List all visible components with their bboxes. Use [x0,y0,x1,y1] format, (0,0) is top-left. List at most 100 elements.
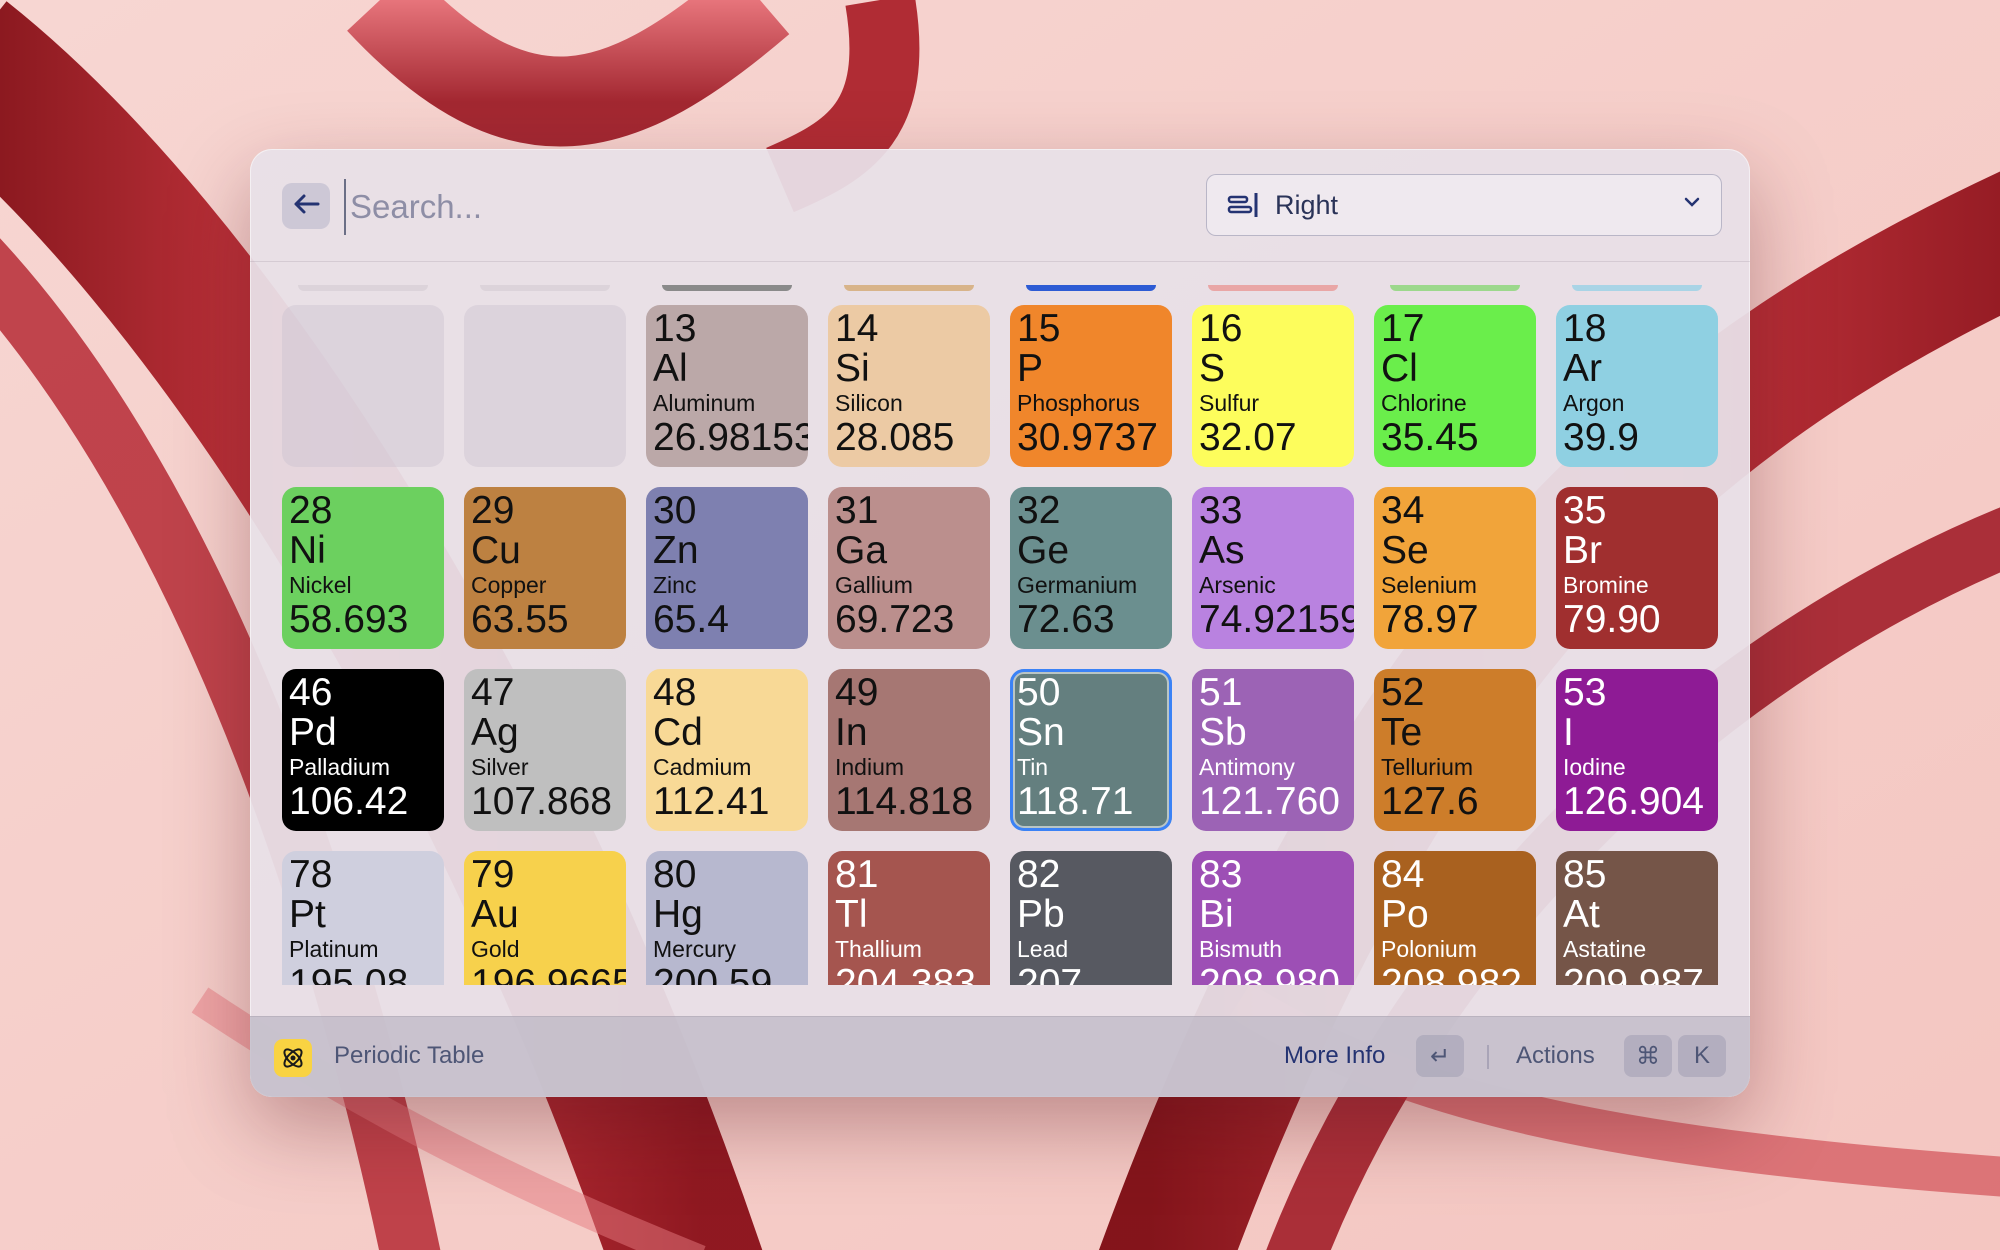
element-number: 79 [471,853,515,896]
element-name: Silver [471,754,529,780]
element-mass: 26.98153 [653,416,808,459]
element-tile-pd[interactable]: 46 Pd Palladium 106.42 [282,669,444,831]
element-mass: 72.63 [1017,598,1115,641]
element-mass: 74.92159 [1199,598,1354,641]
element-name: Platinum [289,936,379,962]
actions-button[interactable]: Actions [1516,1042,1595,1070]
element-name: Selenium [1381,572,1477,598]
element-number: 46 [289,671,333,714]
element-number: 48 [653,671,697,714]
element-tile-br[interactable]: 35 Br Bromine 79.90 [1556,487,1718,649]
element-tile-zn[interactable]: 30 Zn Zinc 65.4 [646,487,808,649]
element-symbol: At [1563,893,1600,936]
alignment-dropdown[interactable]: Right [1206,174,1722,236]
element-name: Lead [1017,936,1069,962]
element-tile-i[interactable]: 53 I Iodine 126.904 [1556,669,1718,831]
element-tile-al[interactable]: 13 Al Aluminum 26.98153 [646,305,808,467]
element-tile-ge[interactable]: 32 Ge Germanium 72.63 [1010,487,1172,649]
element-tile-cu[interactable]: 29 Cu Copper 63.55 [464,487,626,649]
element-tile-si[interactable]: 14 Si Silicon 28.085 [828,305,990,467]
element-symbol: Pb [1017,893,1065,936]
periodic-table-window: Right 13AlAluminum26.9815314SiSilicon28.… [250,149,1750,1097]
element-number: 80 [653,853,697,896]
align-right-icon [1227,190,1259,220]
dropdown-selected-value: Right [1275,189,1339,220]
chevron-down-icon [1683,195,1701,214]
element-mass: 39.9 [1563,416,1639,459]
element-mass: 112.41 [653,780,770,823]
element-symbol: Ag [471,711,519,754]
search-input[interactable] [344,179,1152,235]
partial-tile-above [1208,285,1338,291]
more-info-button[interactable]: More Info [1284,1042,1385,1070]
empty-tile[interactable] [282,305,444,467]
element-tile-au[interactable]: 79 Au Gold 196.9665 [464,851,626,985]
element-name: Tellurium [1381,754,1474,780]
element-tile-ag[interactable]: 47 Ag Silver 107.868 [464,669,626,831]
element-symbol: Sb [1199,711,1247,754]
element-name: Cadmium [653,754,752,780]
element-symbol: Po [1381,893,1429,936]
element-tile-bi[interactable]: 83 Bi Bismuth 208.980 [1192,851,1354,985]
element-number: 85 [1563,853,1607,896]
element-tile-ni[interactable]: 28 Ni Nickel 58.693 [282,487,444,649]
element-tile-in[interactable]: 49 In Indium 114.818 [828,669,990,831]
element-tile-pt[interactable]: 78 Pt Platinum 195.08 [282,851,444,985]
element-symbol: Ga [835,529,888,572]
element-tile-as[interactable]: 33 As Arsenic 74.92159 [1192,487,1354,649]
element-name: Aluminum [653,390,756,416]
element-number: 47 [471,671,515,714]
element-mass: 204.383 [835,962,976,986]
element-number: 13 [653,307,697,350]
element-number: 31 [835,489,879,532]
element-tile-p[interactable]: 15 P Phosphorus 30.9737 [1010,305,1172,467]
element-tile-cl[interactable]: 17 Cl Chlorine 35.45 [1374,305,1536,467]
element-tile-ga[interactable]: 31 Ga Gallium 69.723 [828,487,990,649]
back-button[interactable] [282,183,330,229]
empty-tile[interactable] [464,305,626,467]
element-mass: 69.723 [835,598,955,641]
element-number: 81 [835,853,879,896]
element-symbol: As [1199,529,1245,572]
element-mass: 35.45 [1381,416,1479,459]
element-tile-ar[interactable]: 18 Ar Argon 39.9 [1556,305,1718,467]
element-tile-at[interactable]: 85 At Astatine 209.987 [1556,851,1718,985]
element-tile-cd[interactable]: 48 Cd Cadmium 112.41 [646,669,808,831]
element-name: Polonium [1381,936,1477,962]
element-symbol: Hg [653,893,703,936]
element-tile-sn[interactable]: 50 Sn Tin 118.71 [1010,669,1172,831]
element-tile-hg[interactable]: 80 Hg Mercury 200.59 [646,851,808,985]
partial-tile-above [1572,285,1702,291]
element-mass: 121.760 [1199,780,1340,823]
element-number: 83 [1199,853,1243,896]
command-key-hint: ⌘ [1624,1035,1672,1077]
element-tile-s[interactable]: 16 S Sulfur 32.07 [1192,305,1354,467]
element-number: 32 [1017,489,1061,532]
element-number: 35 [1563,489,1607,532]
element-name: Iodine [1563,754,1626,780]
arrow-left-icon [292,193,320,220]
element-symbol: Pd [289,711,337,754]
element-name: Germanium [1017,572,1138,598]
element-name: Tin [1017,754,1049,780]
element-name: Argon [1563,390,1625,416]
element-tile-te[interactable]: 52 Te Tellurium 127.6 [1374,669,1536,831]
element-tile-se[interactable]: 34 Se Selenium 78.97 [1374,487,1536,649]
element-tile-tl[interactable]: 81 Tl Thallium 204.383 [828,851,990,985]
element-number: 51 [1199,671,1243,714]
element-name: Gold [471,936,520,962]
element-number: 18 [1563,307,1607,350]
element-number: 84 [1381,853,1425,896]
element-name: Bromine [1563,572,1649,598]
element-tile-sb[interactable]: 51 Sb Antimony 121.760 [1192,669,1354,831]
element-number: 50 [1017,671,1061,714]
partial-tile-above [298,285,428,291]
element-number: 14 [835,307,879,350]
element-name: Silicon [835,390,903,416]
element-tile-po[interactable]: 84 Po Polonium 208.982 [1374,851,1536,985]
element-mass: 30.9737 [1017,416,1158,459]
element-number: 82 [1017,853,1061,896]
element-name: Thallium [835,936,922,962]
element-tile-pb[interactable]: 82 Pb Lead 207 [1010,851,1172,985]
element-mass: 65.4 [653,598,729,641]
